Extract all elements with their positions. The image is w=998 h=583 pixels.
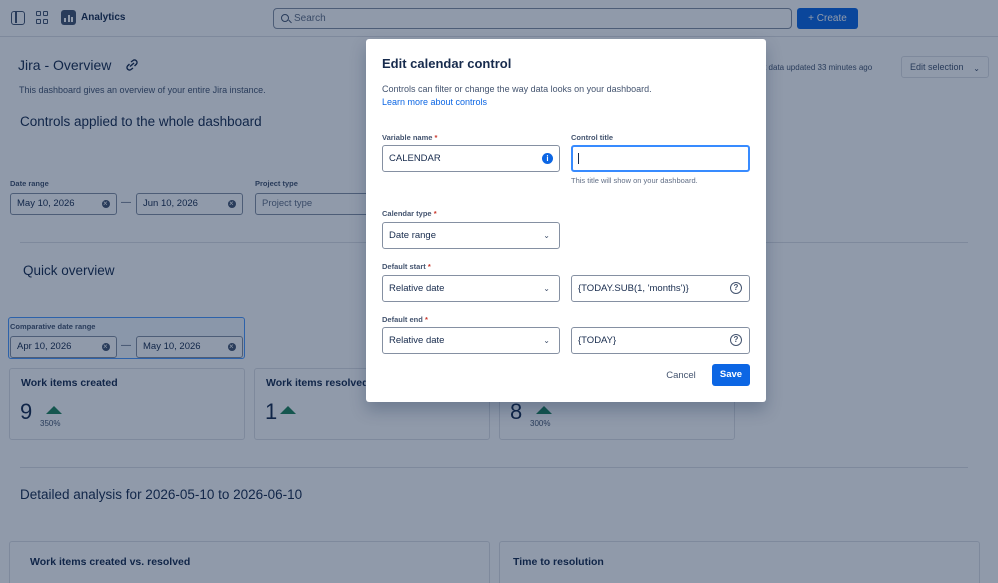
help-icon[interactable]: ? (730, 334, 742, 346)
default-start-type-select[interactable]: Relative date ⌄ (382, 275, 560, 302)
default-end-type-value: Relative date (389, 335, 445, 346)
chevron-down-icon: ⌄ (543, 284, 550, 293)
control-title-label: Control title (571, 133, 614, 142)
chevron-down-icon: ⌄ (543, 336, 550, 345)
text-cursor (578, 153, 579, 164)
cancel-button[interactable]: Cancel (659, 365, 703, 387)
variable-name-value: CALENDAR (389, 153, 441, 164)
chevron-down-icon: ⌄ (543, 231, 550, 240)
default-start-expression: {TODAY.SUB(1, 'months')} (578, 283, 689, 294)
default-end-label: Default end * (382, 315, 428, 324)
save-button[interactable]: Save (712, 364, 750, 386)
control-title-helper: This title will show on your dashboard. (571, 176, 698, 185)
default-start-label: Default start * (382, 262, 431, 271)
default-end-expression: {TODAY} (578, 335, 617, 346)
help-icon[interactable]: ? (730, 282, 742, 294)
default-end-expression-field[interactable]: {TODAY} ? (571, 327, 750, 354)
calendar-type-select[interactable]: Date range ⌄ (382, 222, 560, 249)
default-start-expression-field[interactable]: {TODAY.SUB(1, 'months')} ? (571, 275, 750, 302)
learn-more-link[interactable]: Learn more about controls (382, 97, 487, 107)
control-title-field[interactable] (571, 145, 750, 172)
variable-name-label: Variable name * (382, 133, 438, 142)
default-start-type-value: Relative date (389, 283, 445, 294)
default-end-type-select[interactable]: Relative date ⌄ (382, 327, 560, 354)
edit-calendar-control-dialog: Edit calendar control Controls can filte… (366, 39, 766, 402)
variable-name-field[interactable]: CALENDAR i (382, 145, 560, 172)
info-icon[interactable]: i (542, 153, 553, 164)
dialog-title: Edit calendar control (382, 56, 512, 71)
calendar-type-label: Calendar type * (382, 209, 437, 218)
calendar-type-value: Date range (389, 230, 437, 241)
dialog-description: Controls can filter or change the way da… (382, 84, 652, 94)
